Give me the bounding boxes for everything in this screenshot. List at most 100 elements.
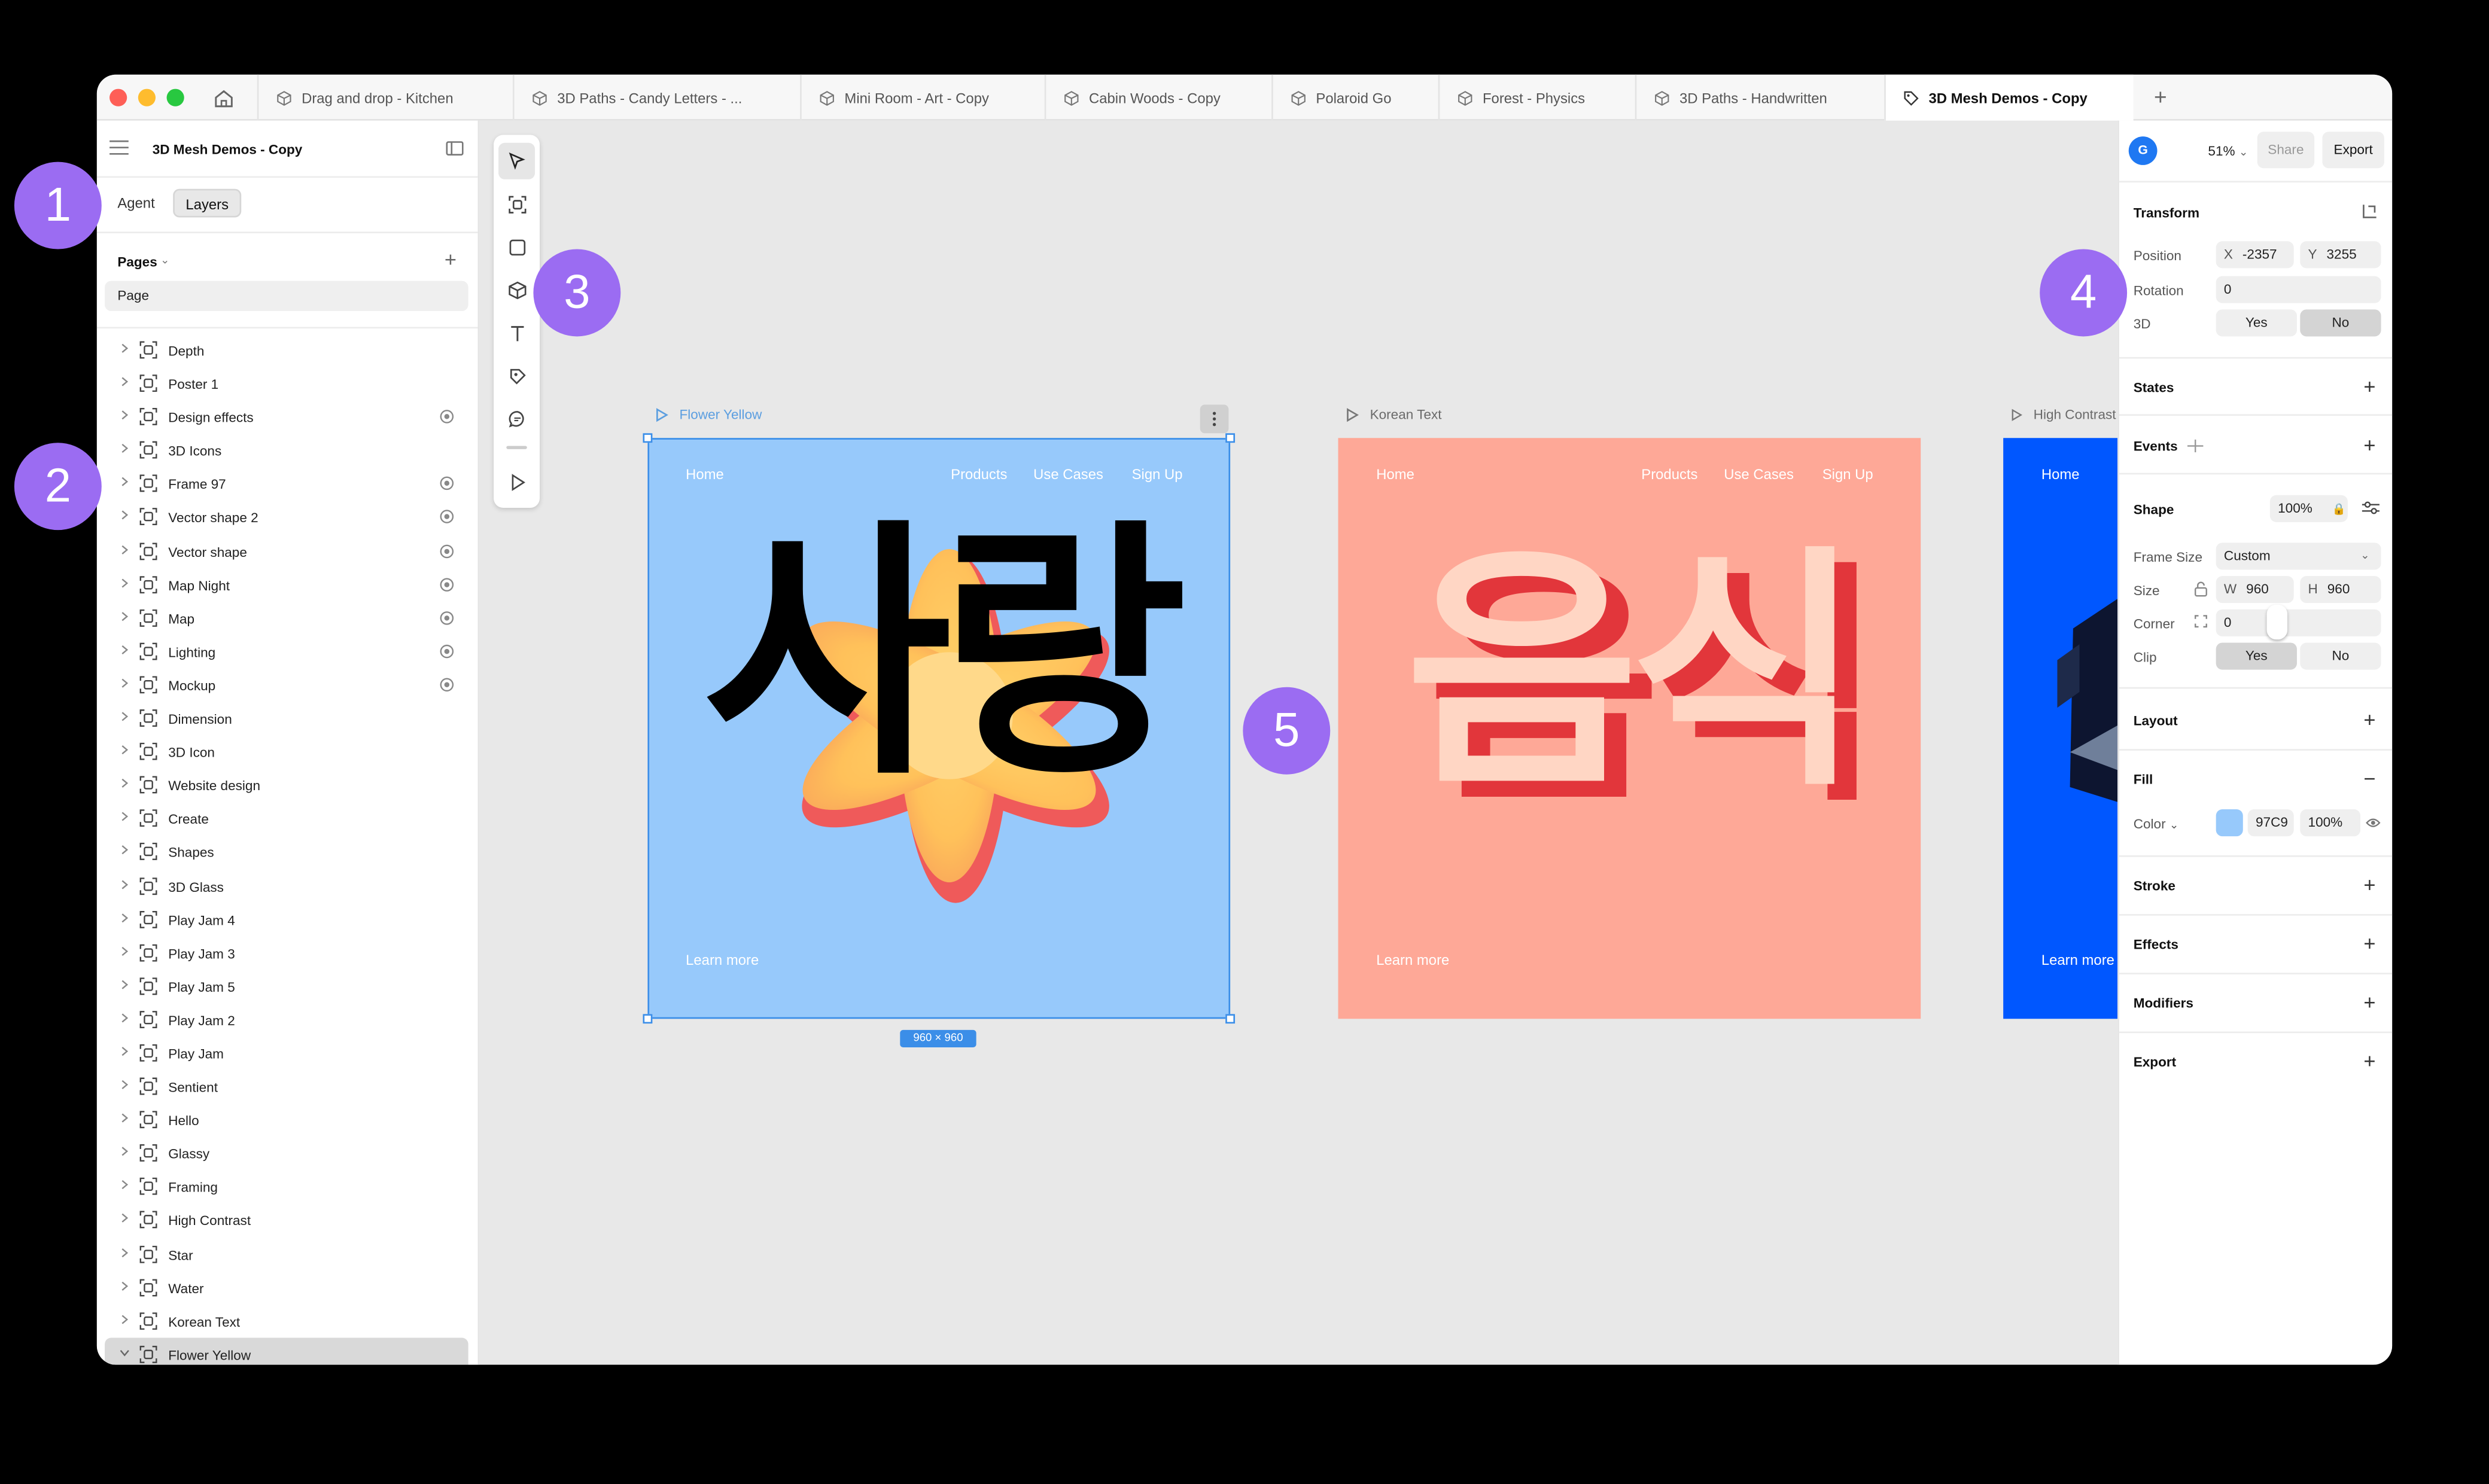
comment-tool[interactable] [498, 400, 535, 437]
chevron-right-icon[interactable] [119, 544, 130, 555]
nav-home[interactable]: Home [1376, 467, 1414, 483]
chevron-right-icon[interactable] [119, 878, 130, 889]
chevron-right-icon[interactable] [119, 945, 130, 956]
chevron-right-icon[interactable] [119, 912, 130, 923]
zoom-window-button[interactable] [166, 89, 184, 106]
layer-row[interactable]: Shapes [97, 836, 478, 869]
tab-5[interactable]: Polaroid Go [1271, 74, 1438, 121]
clip-no-toggle[interactable]: No [2300, 642, 2381, 670]
frame-label-high-contrast[interactable]: High Contrast [2011, 406, 2116, 422]
toggle-sidebar-icon[interactable] [446, 141, 464, 156]
3d-yes-toggle[interactable]: Yes [2216, 309, 2297, 337]
interaction-icon[interactable] [440, 678, 454, 692]
learn-more-link[interactable]: Learn more [1376, 952, 1449, 968]
frame-high-contrast[interactable]: Home Learn more [2003, 438, 2118, 1019]
tab-layers[interactable]: Layers [173, 188, 242, 218]
layer-row[interactable]: Frame 97 [97, 467, 478, 501]
resize-handle[interactable] [643, 433, 653, 443]
transform-options-icon[interactable] [2360, 203, 2378, 221]
layer-row[interactable]: Play Jam [97, 1036, 478, 1069]
chevron-right-icon[interactable] [119, 577, 130, 589]
interaction-icon[interactable] [440, 544, 454, 558]
layer-row[interactable]: Website design [97, 769, 478, 802]
layer-row[interactable]: Create [97, 802, 478, 836]
menu-icon[interactable] [109, 139, 129, 156]
layer-row[interactable]: Water [97, 1270, 478, 1304]
tab-3[interactable]: Mini Room - Art - Copy [800, 74, 1045, 121]
tab-2[interactable]: 3D Paths - Candy Letters - ... [512, 74, 800, 121]
learn-more-link[interactable]: Learn more [2041, 952, 2114, 968]
select-tool[interactable] [498, 142, 535, 179]
frame-korean-text[interactable]: Home Products Use Cases Sign Up 음식 음식 Le… [1338, 438, 1921, 1019]
rectangle-tool[interactable] [498, 228, 535, 265]
chevron-right-icon[interactable] [119, 477, 130, 488]
layer-row[interactable]: Play Jam 2 [97, 1002, 478, 1036]
pages-label[interactable]: Pages [117, 254, 157, 270]
chevron-right-icon[interactable] [119, 611, 130, 622]
layer-row[interactable]: Play Jam 4 [97, 903, 478, 936]
add-modifier-icon[interactable]: + [2363, 992, 2375, 1012]
width-field[interactable]: W 960 [2216, 576, 2294, 604]
interaction-icon[interactable] [440, 644, 454, 659]
export-button[interactable]: Export [2322, 132, 2384, 169]
layer-row[interactable]: 3D Icons [97, 434, 478, 467]
fill-color-dropdown[interactable]: Color ⌄ [2134, 816, 2179, 832]
chevron-right-icon[interactable] [119, 1314, 130, 1325]
clip-yes-toggle[interactable]: Yes [2216, 642, 2297, 670]
chevron-right-icon[interactable] [119, 711, 130, 723]
minimize-window-button[interactable] [138, 89, 156, 106]
chevron-right-icon[interactable] [119, 644, 130, 656]
tab-8[interactable]: 3D Mesh Demos - Copy [1884, 74, 2134, 121]
chevron-right-icon[interactable] [119, 745, 130, 756]
corner-slider-knob[interactable] [2266, 604, 2288, 640]
layer-row[interactable]: Map [97, 601, 478, 635]
chevron-right-icon[interactable] [119, 410, 130, 421]
chevron-right-icon[interactable] [119, 812, 130, 823]
layer-row[interactable]: Poster 1 [97, 367, 478, 400]
add-event-icon[interactable]: + [2363, 435, 2375, 455]
layer-row[interactable]: Depth [97, 333, 478, 367]
nav-home[interactable]: Home [2041, 467, 2080, 483]
frame-label-korean-text[interactable]: Korean Text [1346, 406, 1442, 422]
layer-row[interactable]: 3D Glass [97, 869, 478, 903]
add-effect-icon[interactable]: + [2363, 933, 2375, 953]
zoom-dropdown[interactable]: 51% ⌄ [2208, 143, 2248, 159]
layer-row[interactable]: Mockup [97, 668, 478, 702]
page-item[interactable]: Page [105, 281, 468, 311]
shape-opacity-field[interactable]: 100% 🔒 [2269, 495, 2348, 522]
fill-color-swatch[interactable] [2216, 809, 2243, 837]
avatar[interactable]: G [2128, 136, 2158, 165]
text-tool[interactable] [498, 314, 535, 351]
tab-1[interactable]: Drag and drop - Kitchen [257, 74, 513, 121]
layer-row[interactable]: High Contrast [97, 1203, 478, 1237]
add-stroke-icon[interactable]: + [2363, 874, 2375, 895]
interaction-icon[interactable] [440, 410, 454, 424]
lock-ratio-icon[interactable] [2194, 581, 2208, 597]
nav-products[interactable]: Products [1641, 467, 1697, 483]
nav-sign-up[interactable]: Sign Up [1822, 467, 1873, 483]
layer-row[interactable]: Map Night [97, 568, 478, 601]
pen-tool[interactable] [498, 357, 535, 394]
height-field[interactable]: H 960 [2300, 576, 2381, 604]
share-button[interactable]: Share [2257, 132, 2315, 169]
rotation-field[interactable]: 0 [2216, 276, 2381, 303]
chevron-right-icon[interactable] [119, 1280, 130, 1291]
position-y-field[interactable]: Y 3255 [2300, 241, 2381, 269]
chevron-right-icon[interactable] [119, 510, 130, 522]
chevron-right-icon[interactable] [119, 1180, 130, 1191]
add-state-icon[interactable]: + [2363, 376, 2375, 397]
interaction-icon[interactable] [440, 577, 454, 592]
frame-tool[interactable] [498, 185, 535, 222]
chevron-right-icon[interactable] [119, 1213, 130, 1224]
layer-row[interactable]: Vector shape 2 [97, 501, 478, 534]
chevron-right-icon[interactable] [119, 1046, 130, 1057]
chevron-right-icon[interactable] [119, 343, 130, 354]
chevron-right-icon[interactable] [119, 845, 130, 857]
interaction-icon[interactable] [440, 477, 454, 491]
chevron-right-icon[interactable] [119, 778, 130, 790]
fill-opacity-field[interactable]: 100% [2300, 809, 2361, 837]
interaction-icon[interactable] [440, 611, 454, 625]
add-page-icon[interactable]: + [445, 248, 457, 272]
resize-handle[interactable] [1225, 1014, 1236, 1024]
layer-row[interactable]: Dimension [97, 702, 478, 735]
